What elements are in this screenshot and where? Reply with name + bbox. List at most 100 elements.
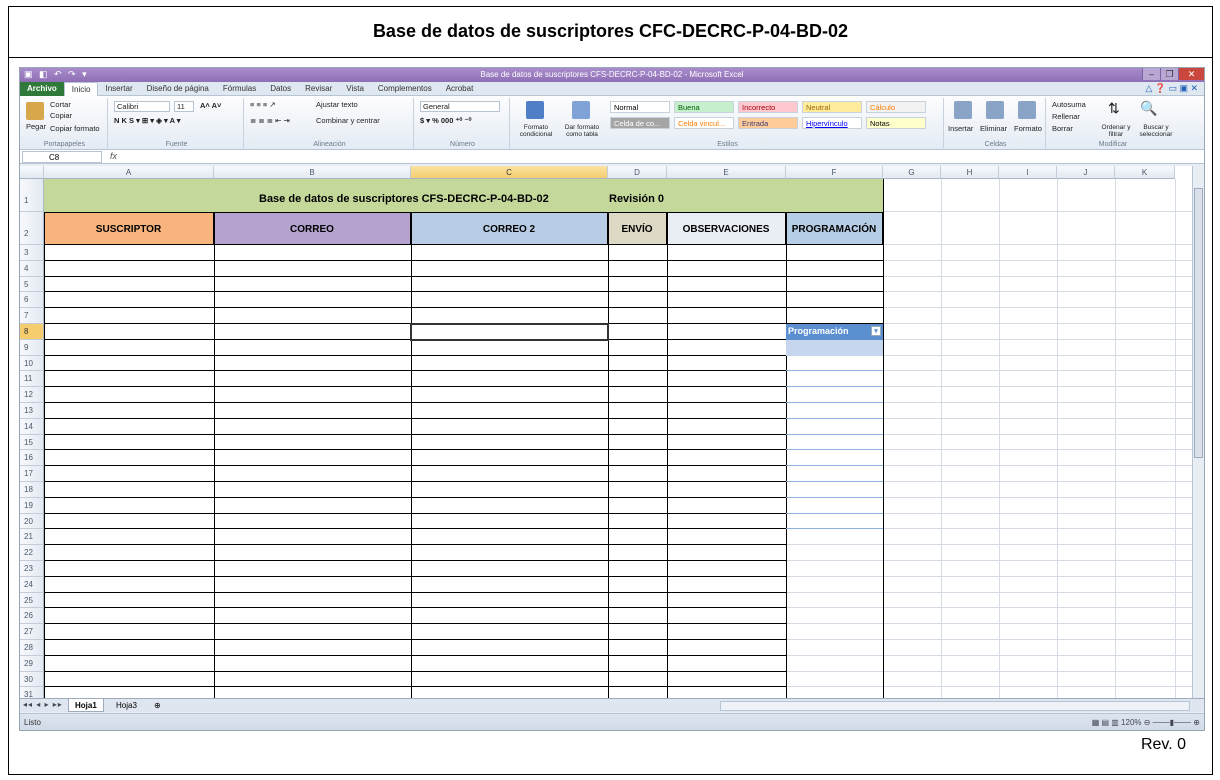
column-header-i[interactable]: I xyxy=(999,166,1057,179)
tab-diseno-pagina[interactable]: Diseño de página xyxy=(140,82,216,96)
clear-button[interactable]: Borrar xyxy=(1052,124,1073,133)
filter-dropdown-icon[interactable]: ▾ xyxy=(871,326,881,336)
align-top-icons[interactable]: ≡ ≡ ≡ ↗ xyxy=(250,100,276,109)
column-header-e[interactable]: E xyxy=(667,166,786,179)
row-header[interactable]: 21 xyxy=(20,529,44,546)
tab-formulas[interactable]: Fórmulas xyxy=(216,82,263,96)
tab-archivo[interactable]: Archivo xyxy=(20,81,64,96)
select-all-corner[interactable] xyxy=(20,166,44,179)
currency-percent-icons[interactable]: $ ▾ % 000 ⁺⁰ ⁻⁰ xyxy=(420,116,471,125)
conditional-format-button[interactable]: Formato condicional xyxy=(514,124,558,138)
style-buena[interactable]: Buena xyxy=(674,101,734,113)
row-header[interactable]: 3 xyxy=(20,245,44,261)
insert-cells-icon[interactable] xyxy=(954,101,972,119)
tab-revisar[interactable]: Revisar xyxy=(298,82,339,96)
column-header-c[interactable]: C xyxy=(411,166,608,179)
format-painter-button[interactable]: Copiar formato xyxy=(50,124,100,133)
row-header[interactable]: 2 xyxy=(20,212,44,245)
tab-inicio[interactable]: Inicio xyxy=(63,81,99,96)
style-entrada[interactable]: Entrada xyxy=(738,117,798,129)
font-name-select[interactable]: Calibri xyxy=(114,101,170,112)
help-icon[interactable]: △ ❓ ▭ ▣ ✕ xyxy=(1145,83,1198,94)
row-header[interactable]: 14 xyxy=(20,418,44,435)
close-icon[interactable]: ✕ xyxy=(1178,68,1204,80)
minimize-icon[interactable]: – xyxy=(1142,68,1160,80)
column-header-f[interactable]: F xyxy=(786,166,883,179)
maximize-icon[interactable]: ❐ xyxy=(1160,68,1178,80)
paste-button[interactable]: Pegar xyxy=(26,122,46,131)
row-header[interactable]: 24 xyxy=(20,576,44,593)
zoom-level[interactable]: ▦ ▤ ▥ 120% ⊖ ───▮─── ⊕ xyxy=(1092,718,1200,727)
programacion-table-header[interactable]: Programación ▾ xyxy=(786,324,883,340)
vertical-scrollbar[interactable] xyxy=(1192,166,1204,698)
column-header-d[interactable]: D xyxy=(608,166,667,179)
row-header[interactable]: 18 xyxy=(20,482,44,498)
table-format-button[interactable]: Dar formato como tabla xyxy=(560,124,604,138)
column-header-h[interactable]: H xyxy=(941,166,999,179)
row-header[interactable]: 5 xyxy=(20,276,44,293)
grow-font-icon[interactable]: A˄ A˅ xyxy=(200,101,221,110)
row-header[interactable]: 9 xyxy=(20,339,44,356)
style-calculo[interactable]: Cálculo xyxy=(866,101,926,113)
row-header[interactable]: 19 xyxy=(20,497,44,514)
style-celda-vinculada[interactable]: Celda vincul... xyxy=(674,117,734,129)
row-header[interactable]: 29 xyxy=(20,655,44,672)
row-header[interactable]: 7 xyxy=(20,308,44,324)
row-header[interactable]: 23 xyxy=(20,561,44,577)
style-neutral[interactable]: Neutral xyxy=(802,101,862,113)
name-box[interactable]: C8 xyxy=(22,151,102,163)
column-header-j[interactable]: J xyxy=(1057,166,1115,179)
find-select-icon[interactable]: 🔍 xyxy=(1140,100,1157,117)
row-header[interactable]: 22 xyxy=(20,545,44,561)
style-celda-comprobacion[interactable]: Celda de co... xyxy=(610,117,670,129)
copy-button[interactable]: Copiar xyxy=(50,111,72,120)
row-header[interactable]: 15 xyxy=(20,434,44,451)
column-header-k[interactable]: K xyxy=(1115,166,1175,179)
row-header[interactable]: 25 xyxy=(20,592,44,609)
find-select-button[interactable]: Buscar y seleccionar xyxy=(1136,124,1176,138)
tab-acrobat[interactable]: Acrobat xyxy=(439,82,481,96)
new-sheet-icon[interactable]: ⊕ xyxy=(148,699,167,712)
bold-italic-underline-icons[interactable]: N K S ▾ ⊞ ▾ ◈ ▾ A ▾ xyxy=(114,116,181,125)
table-format-icon[interactable] xyxy=(572,101,590,119)
sort-filter-icon[interactable]: ⇅ xyxy=(1108,100,1120,117)
vertical-scroll-thumb[interactable] xyxy=(1194,188,1203,458)
tab-vista[interactable]: Vista xyxy=(339,82,371,96)
style-incorrecto[interactable]: Incorrecto xyxy=(738,101,798,113)
row-header[interactable]: 20 xyxy=(20,513,44,530)
delete-cells-icon[interactable] xyxy=(986,101,1004,119)
selected-cell-c8[interactable] xyxy=(410,323,609,341)
sheet-nav-icons[interactable]: ◂◂ ◂ ▸ ▸▸ xyxy=(23,700,63,709)
row-header[interactable]: 1 xyxy=(20,179,44,212)
sort-filter-button[interactable]: Ordenar y filtrar xyxy=(1096,124,1136,138)
merge-center-button[interactable]: Combinar y centrar xyxy=(316,116,380,125)
number-format-select[interactable]: General xyxy=(420,101,500,112)
row-header[interactable]: 30 xyxy=(20,671,44,688)
row-header[interactable]: 10 xyxy=(20,355,44,372)
tab-datos[interactable]: Datos xyxy=(263,82,298,96)
row-header[interactable]: 17 xyxy=(20,466,44,482)
conditional-format-icon[interactable] xyxy=(526,101,544,119)
column-header-b[interactable]: B xyxy=(214,166,411,179)
wrap-text-button[interactable]: Ajustar texto xyxy=(316,100,358,109)
column-header-g[interactable]: G xyxy=(883,166,941,179)
column-header-a[interactable]: A xyxy=(44,166,214,179)
style-normal[interactable]: Normal xyxy=(610,101,670,113)
tab-insertar[interactable]: Insertar xyxy=(98,82,139,96)
row-header[interactable]: 12 xyxy=(20,387,44,403)
style-hipervinculo[interactable]: Hipervínculo xyxy=(802,117,862,129)
paste-icon[interactable] xyxy=(26,102,44,120)
fx-icon[interactable]: fx xyxy=(110,151,117,161)
align-left-icons[interactable]: ≣ ≣ ≣ ⇤ ⇥ xyxy=(250,116,290,125)
format-button[interactable]: Formato xyxy=(1014,124,1042,133)
sheet-tab-hoja3[interactable]: Hoja3 xyxy=(110,699,143,712)
insert-button[interactable]: Insertar xyxy=(948,124,973,133)
row-header[interactable]: 31 xyxy=(20,687,44,698)
fill-button[interactable]: Rellenar xyxy=(1052,112,1080,121)
delete-button[interactable]: Eliminar xyxy=(980,124,1007,133)
row-header[interactable]: 27 xyxy=(20,624,44,640)
row-header[interactable]: 11 xyxy=(20,371,44,388)
cut-button[interactable]: Cortar xyxy=(50,100,71,109)
row-header[interactable]: 13 xyxy=(20,403,44,419)
sheet-tab-hoja1[interactable]: Hoja1 xyxy=(68,699,104,712)
